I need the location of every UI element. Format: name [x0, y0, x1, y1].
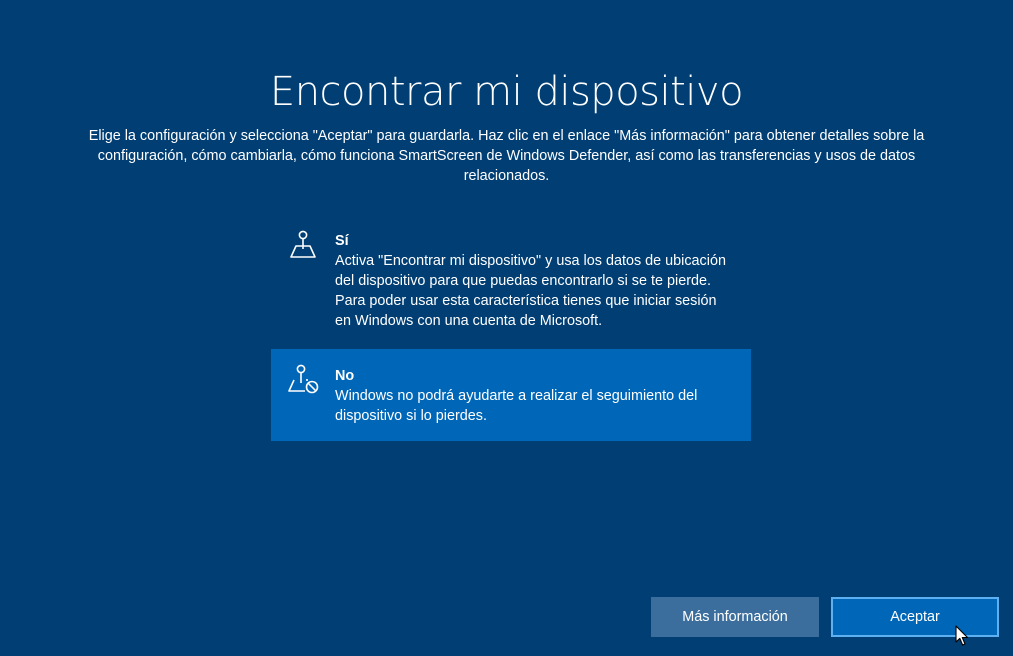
location-map-blocked-icon	[287, 363, 319, 395]
option-yes[interactable]: Sí Activa "Encontrar mi dispositivo" y u…	[271, 215, 751, 346]
option-no-title: No	[335, 368, 355, 384]
option-yes-title: Sí	[335, 233, 349, 249]
more-info-button[interactable]: Más información	[651, 597, 819, 637]
accept-button[interactable]: Aceptar	[831, 597, 999, 637]
option-no[interactable]: No Windows no podrá ayudarte a realizar …	[271, 349, 751, 441]
option-list: Sí Activa "Encontrar mi dispositivo" y u…	[271, 215, 751, 441]
oobe-page: Encontrar mi dispositivo Elige la config…	[0, 0, 1013, 656]
option-no-description: Windows no podrá ayudarte a realizar el …	[335, 388, 698, 424]
page-description: Elige la configuración y selecciona "Ace…	[88, 128, 925, 184]
location-map-icon	[287, 229, 319, 261]
option-yes-description: Activa "Encontrar mi dispositivo" y usa …	[335, 253, 726, 329]
page-title: Encontrar mi dispositivo	[269, 69, 744, 115]
mouse-cursor-icon	[955, 625, 969, 647]
